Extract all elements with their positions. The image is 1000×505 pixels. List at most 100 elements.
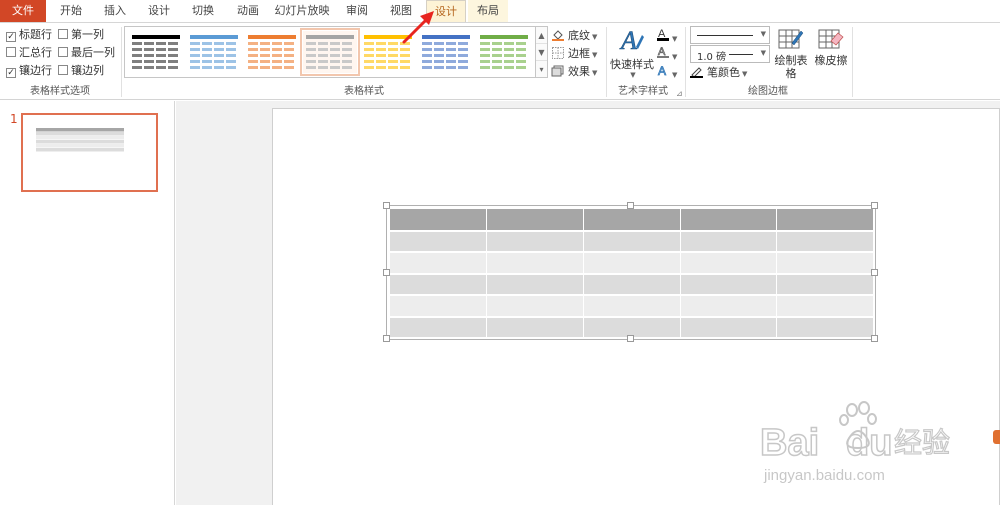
- table-cell[interactable]: [776, 230, 874, 253]
- table-cell[interactable]: [390, 230, 488, 253]
- table-cell[interactable]: [680, 316, 778, 339]
- table-cell[interactable]: [486, 316, 584, 339]
- quick-styles-button[interactable]: A 快速样式 ▼: [609, 25, 655, 79]
- table-selection-frame[interactable]: [383, 202, 878, 342]
- pen-weight-select[interactable]: 1.0 磅 ▼: [690, 45, 770, 63]
- table-cell[interactable]: [680, 252, 778, 275]
- pen-color-button[interactable]: 笔颜色 ▼: [690, 64, 747, 82]
- resize-handle[interactable]: [871, 335, 878, 342]
- table-style-thumb-6[interactable]: [477, 31, 531, 73]
- table-cell[interactable]: [486, 209, 584, 232]
- side-feedback-tab[interactable]: [993, 430, 1000, 444]
- table-cell[interactable]: [390, 273, 488, 296]
- gallery-scrollbar[interactable]: ▲ ▼ ▾: [536, 26, 548, 78]
- resize-handle[interactable]: [383, 268, 390, 276]
- gallery-more-icon[interactable]: ▾: [536, 61, 547, 78]
- table-cell[interactable]: [776, 273, 874, 296]
- table-cell[interactable]: [583, 230, 681, 253]
- resize-handle[interactable]: [383, 335, 390, 342]
- checkbox-checked-icon[interactable]: ✓: [6, 68, 16, 78]
- text-fill-button[interactable]: A ▼: [656, 27, 677, 45]
- table-styles-gallery[interactable]: [124, 26, 536, 78]
- table-row[interactable]: [390, 295, 874, 318]
- table-cell[interactable]: [680, 230, 778, 253]
- checkbox-option-3[interactable]: 最后一列: [58, 45, 115, 61]
- table-cell[interactable]: [390, 252, 488, 275]
- checkbox-empty-icon[interactable]: [58, 47, 68, 57]
- checkbox-option-0[interactable]: ✓ 标题行: [6, 27, 52, 43]
- checkbox-option-4[interactable]: ✓ 镶边行: [6, 63, 52, 79]
- table-cell[interactable]: [583, 252, 681, 275]
- resize-handle[interactable]: [627, 202, 634, 209]
- gallery-up-icon[interactable]: ▲: [536, 27, 547, 44]
- table-row[interactable]: [390, 230, 874, 253]
- pen-style-select[interactable]: ▼: [690, 26, 770, 44]
- table-cell[interactable]: [486, 273, 584, 296]
- checkbox-checked-icon[interactable]: ✓: [6, 32, 16, 42]
- table-cell[interactable]: [486, 230, 584, 253]
- table-style-thumb-1[interactable]: [187, 31, 241, 73]
- table-cell[interactable]: [680, 209, 778, 232]
- checkbox-empty-icon[interactable]: [58, 29, 68, 39]
- shading-button[interactable]: 底纹 ▼: [551, 27, 597, 45]
- table-cell[interactable]: [680, 273, 778, 296]
- chevron-down-icon: ▼: [630, 71, 636, 79]
- table-cell[interactable]: [776, 295, 874, 318]
- svg-text:jingyan.baidu.com: jingyan.baidu.com: [763, 467, 885, 484]
- table-cell[interactable]: [390, 295, 488, 318]
- text-outline-button[interactable]: A ▼: [656, 45, 677, 63]
- checkbox-empty-icon[interactable]: [6, 47, 16, 57]
- checkbox-empty-icon[interactable]: [58, 65, 68, 75]
- tab-2[interactable]: 插入: [96, 0, 134, 22]
- table-cell[interactable]: [776, 252, 874, 275]
- table-cell[interactable]: [486, 252, 584, 275]
- table-cell[interactable]: [583, 295, 681, 318]
- table-style-thumb-3[interactable]: [300, 28, 360, 76]
- tab-0[interactable]: 文件: [0, 0, 46, 22]
- table-cell[interactable]: [776, 316, 874, 339]
- table-cell[interactable]: [583, 273, 681, 296]
- table-row[interactable]: [390, 273, 874, 296]
- resize-handle[interactable]: [383, 202, 390, 209]
- thumb-row: [480, 66, 528, 69]
- tab-10[interactable]: 布局: [468, 0, 508, 22]
- draw-table-button[interactable]: 绘制表格: [770, 27, 812, 80]
- tab-6[interactable]: 幻灯片放映: [272, 0, 332, 22]
- chevron-down-icon: ▼: [760, 49, 766, 57]
- svg-text:A: A: [658, 64, 666, 77]
- slide-thumbnail[interactable]: [21, 113, 158, 192]
- checkbox-option-1[interactable]: 第一列: [58, 27, 104, 43]
- table-cell[interactable]: [390, 209, 488, 232]
- text-effects-button[interactable]: A ▼: [656, 63, 678, 81]
- gallery-down-icon[interactable]: ▼: [536, 44, 547, 61]
- thumb-row: [422, 48, 470, 51]
- thumb-row: [190, 66, 238, 69]
- tab-3[interactable]: 设计: [140, 0, 178, 22]
- checkbox-option-2[interactable]: 汇总行: [6, 45, 52, 61]
- resize-handle[interactable]: [871, 268, 878, 276]
- table-style-thumb-2[interactable]: [245, 31, 299, 73]
- eraser-button[interactable]: 橡皮擦: [813, 27, 849, 67]
- chevron-down-icon: ▼: [592, 33, 598, 41]
- table-style-thumb-0[interactable]: [129, 31, 183, 73]
- table-cell[interactable]: [390, 316, 488, 339]
- resize-handle[interactable]: [871, 202, 878, 209]
- table-row[interactable]: [390, 252, 874, 275]
- dialog-launcher-icon[interactable]: ⊿: [676, 89, 683, 98]
- table-cell[interactable]: [486, 295, 584, 318]
- checkbox-label: 镶边行: [19, 64, 52, 77]
- tab-5[interactable]: 动画: [228, 0, 268, 22]
- tab-4[interactable]: 切换: [184, 0, 222, 22]
- thumb-row: [422, 66, 470, 69]
- effects-button[interactable]: 效果 ▼: [551, 63, 597, 81]
- table[interactable]: [390, 209, 874, 339]
- checkbox-option-5[interactable]: 镶边列: [58, 63, 104, 79]
- tab-7[interactable]: 审阅: [338, 0, 376, 22]
- tab-1[interactable]: 开始: [52, 0, 90, 22]
- table-header-row[interactable]: [390, 209, 874, 232]
- table-cell[interactable]: [680, 295, 778, 318]
- table-cell[interactable]: [776, 209, 874, 232]
- table-cell[interactable]: [583, 209, 681, 232]
- borders-button[interactable]: 边框 ▼: [551, 45, 597, 63]
- resize-handle[interactable]: [627, 335, 634, 342]
